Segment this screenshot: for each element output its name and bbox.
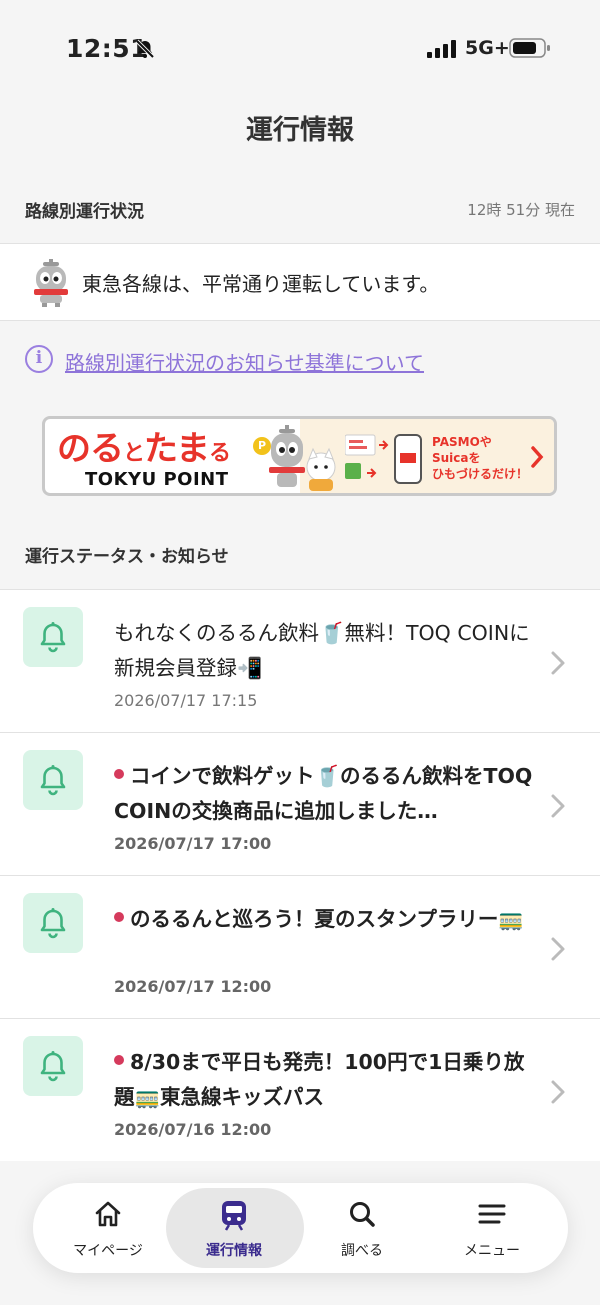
bottom-tab-bar: マイページ 運行情報 調べる メニュー (33, 1183, 568, 1273)
notification-bell-icon (23, 750, 83, 810)
tab-label: 運行情報 (206, 1243, 262, 1259)
cellular-signal-icon (427, 40, 457, 62)
norurun-mascot-icon (30, 259, 72, 311)
notice-title-text: 8/30まで平日も発売！100円で1日乗り放題🚃東急線キッズパス (114, 1050, 525, 1109)
notice-title: もれなくのるるん飲料🥤無料！TOQ COINに新規会員登録📲 (114, 616, 534, 686)
route-status-card: 東急各線は、平常通り運転しています。 (0, 243, 600, 321)
notice-date: 2026/07/16 12:00 (114, 1120, 272, 1139)
status-criteria-link-text[interactable]: 路線別運行状況のお知らせ基準について (65, 347, 424, 376)
battery-icon (509, 38, 551, 62)
notice-date: 2026/07/17 12:00 (114, 977, 272, 996)
tab-menu[interactable]: メニュー (425, 1183, 559, 1273)
banner-brand-part: と (123, 441, 145, 466)
silent-mode-icon (134, 38, 156, 64)
route-status-header: 路線別運行状況 12時 51分 現在 (0, 185, 600, 243)
route-status-message: 東急各線は、平常通り運転しています。 (82, 272, 440, 296)
status-bar: 12:51 5G+ (0, 0, 600, 98)
unread-dot (114, 1055, 124, 1065)
banner-cta-line: Suicaを (432, 451, 481, 465)
menu-icon (478, 1204, 506, 1224)
chevron-right-icon (550, 793, 566, 823)
search-icon (350, 1202, 375, 1227)
notification-bell-icon (23, 607, 83, 667)
banner-brand: のるとたまる (57, 421, 231, 470)
banner-cta-line: ひもづけるだけ！ (432, 467, 529, 481)
banner-brand-part: る (209, 441, 231, 466)
notice-title-text: コインで飲料ゲット🥤のるるん飲料をTOQ COINの交換商品に追加しました… (114, 764, 533, 823)
chevron-right-icon (530, 445, 544, 473)
mascot-illustration-icon (265, 423, 345, 493)
network-type: 5G+ (465, 37, 510, 59)
banner-brand-part: たま (144, 429, 210, 469)
notice-title-text: もれなくのるるん飲料🥤無料！TOQ COINに新規会員登録📲 (114, 621, 530, 680)
unread-dot (114, 769, 124, 779)
info-icon: i (25, 345, 53, 373)
tokyu-point-banner[interactable]: のるとたまる TOKYU POINT P PASMOや Suicaを ひもづける… (42, 416, 557, 496)
notice-title: コインで飲料ゲット🥤のるるん飲料をTOQ COINの交換商品に追加しました… (114, 759, 534, 829)
banner-cta-line: PASMOや (432, 435, 492, 449)
notice-item[interactable]: 8/30まで平日も発売！100円で1日乗り放題🚃東急線キッズパス 2026/07/… (0, 1018, 600, 1161)
notice-title-text: のるるんと巡ろう！夏のスタンプラリー🚃 (130, 907, 524, 931)
notification-bell-icon (23, 893, 83, 953)
tab-search[interactable]: 調べる (295, 1183, 429, 1273)
notification-bell-icon (23, 1036, 83, 1096)
unread-dot (114, 912, 124, 922)
banner-subtitle: TOKYU POINT (85, 469, 229, 490)
tab-mypage[interactable]: マイページ (41, 1183, 175, 1273)
page-title: 運行情報 (246, 115, 354, 146)
route-status-label: 路線別運行状況 (25, 202, 144, 222)
notice-date: 2026/07/17 17:00 (114, 834, 272, 853)
train-icon (222, 1201, 246, 1231)
chevron-right-icon (550, 1079, 566, 1109)
notice-item[interactable]: のるるんと巡ろう！夏のスタンプラリー🚃 2026/07/17 12:00 (0, 875, 600, 1018)
notice-list: もれなくのるるん飲料🥤無料！TOQ COINに新規会員登録📲 2026/07/17… (0, 589, 600, 1161)
notices-header: 運行ステータス・お知らせ (25, 547, 229, 567)
notice-date: 2026/07/17 17:15 (114, 691, 258, 710)
notice-item[interactable]: もれなくのるるん飲料🥤無料！TOQ COINに新規会員登録📲 2026/07/17… (0, 589, 600, 732)
notice-title: のるるんと巡ろう！夏のスタンプラリー🚃 (114, 902, 534, 937)
tab-label: メニュー (464, 1243, 520, 1259)
tab-service-info[interactable]: 運行情報 (166, 1183, 304, 1273)
card-link-illustration-icon (344, 433, 425, 491)
home-icon (95, 1201, 121, 1227)
chevron-right-icon (550, 936, 566, 966)
notice-item[interactable]: コインで飲料ゲット🥤のるるん飲料をTOQ COINの交換商品に追加しました… 20… (0, 732, 600, 875)
chevron-right-icon (550, 650, 566, 680)
route-status-updated: 12時 51分 現在 (467, 201, 575, 219)
tab-label: マイページ (73, 1243, 143, 1259)
tab-label: 調べる (341, 1243, 383, 1259)
notice-title: 8/30まで平日も発売！100円で1日乗り放題🚃東急線キッズパス (114, 1045, 534, 1115)
banner-brand-part: のる (57, 429, 124, 469)
